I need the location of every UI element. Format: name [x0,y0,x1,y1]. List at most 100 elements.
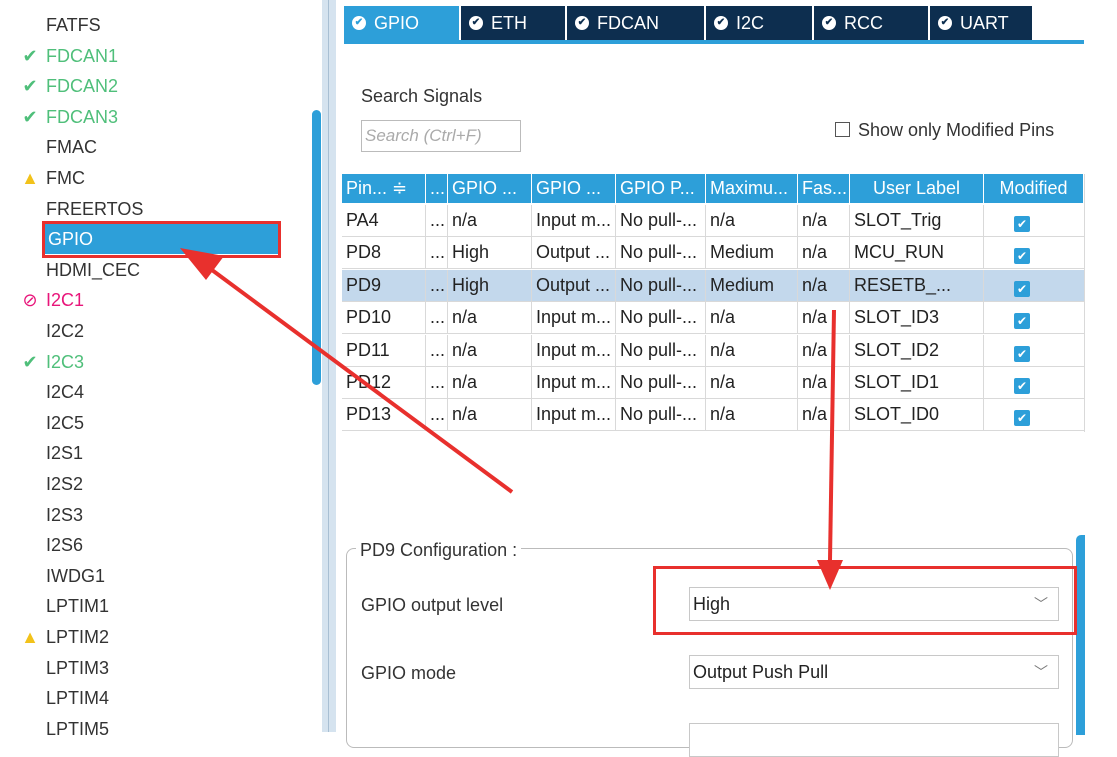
column-header[interactable]: Modified [984,174,1084,203]
sidebar-item-i2s2[interactable]: I2S2 [0,469,300,499]
column-header[interactable]: GPIO ... [448,174,532,203]
modified-checkbox[interactable]: ✔ [1014,378,1030,394]
sidebar-item-fdcan1[interactable]: ✔ FDCAN1 [0,41,300,71]
show-modified-pins-label: Show only Modified Pins [858,120,1055,140]
gpio-mode-select[interactable]: Output Push Pull ﹀ [689,655,1059,689]
error-icon: ⊘ [22,290,38,311]
sidebar-item-iwdg1[interactable]: IWDG1 [0,561,300,591]
table-row[interactable]: PD13... n/a Input m... No pull-... n/a n/a SLO… [342,399,1084,432]
modified-checkbox[interactable]: ✔ [1014,410,1030,427]
sidebar-item-lptim2[interactable]: ▲ LPTIM2 [0,622,300,652]
table-cell: ... [426,334,448,366]
modified-checkbox[interactable]: ✔ [1014,248,1030,265]
column-header[interactable]: ... [426,174,448,203]
peripheral-sidebar: FATFS ✔ FDCAN1 ✔ FDCAN2 ✔ FDCAN3 FMAC ▲ FMC FREERT… [0,0,300,739]
table-cell: No pull-... [616,237,706,269]
table-cell: High [448,269,532,301]
sidebar-scrollbar-track[interactable] [302,0,310,732]
modified-checkbox[interactable]: ✔ [1014,345,1030,362]
table-cell: SLOT_ID2 [850,334,984,366]
signal-tabs: ✔ GPIO ✔ ETH ✔ FDCAN ✔ I2C ✔ RCC ✔ UART [344,6,1117,44]
modified-cell: ✔ [984,335,1084,366]
tab-gpio[interactable]: ✔ GPIO [344,6,460,40]
table-cell: PA4 [342,205,426,236]
checkbox-box[interactable] [835,122,850,137]
table-row[interactable]: PD8... High Output ... No pull-... Medium n/a… [342,237,1084,270]
column-header[interactable]: Pin... ≑ [342,174,426,203]
tab-fdcan[interactable]: ✔ FDCAN [567,6,705,40]
modified-checkbox[interactable]: ✔ [1014,280,1030,297]
config-scrollbar-thumb[interactable] [1076,535,1085,735]
sidebar-item-lptim5[interactable]: LPTIM5 [0,714,300,744]
table-cell: ... [426,269,448,301]
column-header[interactable]: Fas... [798,174,850,203]
sidebar-item-i2c4[interactable]: I2C4 [0,377,300,407]
sidebar-item-i2s1[interactable]: I2S1 [0,438,300,468]
sidebar-item-fmac[interactable]: FMAC [0,132,300,162]
modified-cell: ✔ [984,367,1084,398]
check-circle-icon: ✔ [575,16,589,30]
table-cell: n/a [798,399,850,431]
column-header[interactable]: User Label [850,174,984,203]
table-cell: PD10 [342,302,426,334]
modified-checkbox[interactable]: ✔ [1014,313,1030,330]
tab-eth[interactable]: ✔ ETH [461,6,566,40]
sidebar-item-freertos[interactable]: FREERTOS [0,194,300,224]
table-row[interactable]: PD10... n/a Input m... No pull-... n/a n/a SLO… [342,302,1084,335]
table-row[interactable]: PD9... High Output ... No pull-... Medium n/a… [342,269,1084,302]
sidebar-item-i2s6[interactable]: I2S6 [0,530,300,560]
modified-checkbox[interactable]: ✔ [1014,216,1030,232]
table-header: Pin... ≑... GPIO ... GPIO ... GPIO P... Maxi… [342,174,1084,203]
checkmark-icon: ✔ [22,76,38,97]
sidebar-item-i2s3[interactable]: I2S3 [0,500,300,530]
tab-rcc[interactable]: ✔ RCC [814,6,929,40]
table-cell: ... [426,205,448,236]
table-cell: n/a [706,399,798,431]
table-cell: Output ... [532,237,616,269]
sidebar-item-fmc[interactable]: ▲ FMC [0,163,300,193]
table-cell: ... [426,399,448,431]
sidebar-item-i2c2[interactable]: I2C2 [0,316,300,346]
sidebar-item-i2c3[interactable]: ✔ I2C3 [0,347,300,377]
table-row[interactable]: PD12... n/a Input m... No pull-... n/a n/a SLO… [342,367,1084,399]
table-cell: n/a [798,205,850,236]
column-header[interactable]: GPIO P... [616,174,706,203]
tab-i2c[interactable]: ✔ I2C [706,6,813,40]
sidebar-item-label: I2S6 [46,535,84,556]
column-header[interactable]: Maximu... [706,174,798,203]
configuration-title: PD9 Configuration : [356,540,522,561]
sidebar-item-fdcan2[interactable]: ✔ FDCAN2 [0,71,300,101]
search-input[interactable] [361,120,521,152]
sidebar-item-label: I2S1 [46,443,84,464]
modified-cell: ✔ [984,270,1084,301]
sidebar-item-hdmi-cec[interactable]: HDMI_CEC [0,255,300,285]
sidebar-item-lptim1[interactable]: LPTIM1 [0,591,300,621]
checkmark-icon: ✔ [22,351,38,372]
tab-label: ETH [491,13,527,33]
table-row[interactable]: PD11... n/a Input m... No pull-... n/a n/a SLO… [342,334,1084,367]
column-header[interactable]: GPIO ... [532,174,616,203]
sidebar-item-label: LPTIM3 [46,657,110,678]
search-signals-title: Search Signals [361,86,483,106]
table-cell: n/a [448,367,532,398]
tab-uart[interactable]: ✔ UART [930,6,1033,40]
table-cell: PD12 [342,367,426,398]
pane-splitter[interactable] [322,0,336,732]
sidebar-item-i2c5[interactable]: I2C5 [0,408,300,438]
sidebar-item-lptim4[interactable]: LPTIM4 [0,683,300,713]
sidebar-item-label: FATFS [46,15,101,35]
sidebar-item-i2c1[interactable]: ⊘ I2C1 [0,285,300,315]
table-cell: Input m... [532,367,616,398]
gpio-mode-label: GPIO mode [361,663,457,683]
table-cell: n/a [448,399,532,431]
sidebar-scrollbar-thumb[interactable] [312,110,321,385]
table-row[interactable]: PA4... n/a Input m... No pull-... n/a n/a SLOT… [342,205,1084,237]
show-modified-pins-checkbox[interactable]: Show only Modified Pins [835,120,1054,141]
table-cell: n/a [706,205,798,236]
sidebar-item-lptim3[interactable]: LPTIM3 [0,653,300,683]
next-setting-select[interactable] [689,723,1059,757]
sidebar-item-fdcan3[interactable]: ✔ FDCAN3 [0,102,300,132]
sidebar-item-label: LPTIM1 [46,596,110,617]
table-cell: n/a [448,205,532,236]
sidebar-item-fatfs[interactable]: FATFS [0,10,300,40]
